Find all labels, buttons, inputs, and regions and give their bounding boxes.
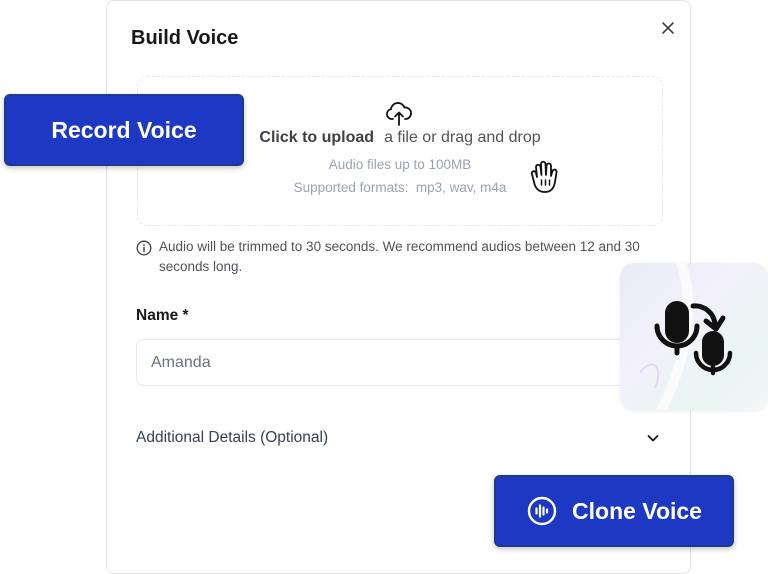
name-label: Name * <box>136 307 189 324</box>
record-voice-button[interactable]: Record Voice <box>4 94 244 166</box>
additional-details-label: Additional Details (Optional) <box>136 429 329 446</box>
chevron-down-icon <box>647 435 659 442</box>
voice-swap-card <box>620 263 768 410</box>
close-icon <box>662 22 674 34</box>
additional-details-toggle[interactable]: Additional Details (Optional) <box>136 424 663 452</box>
trim-info-text: Audio will be trimmed to 30 seconds. We … <box>159 239 640 274</box>
clone-voice-label: Clone Voice <box>572 497 702 524</box>
info-icon <box>136 240 152 256</box>
clone-voice-button[interactable]: Clone Voice <box>494 475 734 547</box>
hand-grab-cursor-icon <box>530 160 558 193</box>
name-input[interactable] <box>136 339 663 386</box>
microphone-swap-icon <box>654 301 733 376</box>
upload-cloud-icon <box>386 102 412 126</box>
supported-formats-hint: Supported formats: mp3, wav, m4a <box>293 180 507 195</box>
drag-drop-text: a file or drag and drop <box>384 129 541 146</box>
audio-wave-icon <box>527 496 557 526</box>
click-to-upload-link[interactable]: Click to upload <box>259 129 374 146</box>
record-voice-label: Record Voice <box>51 116 197 143</box>
close-button[interactable] <box>656 16 680 40</box>
modal-title: Build Voice <box>131 27 239 49</box>
